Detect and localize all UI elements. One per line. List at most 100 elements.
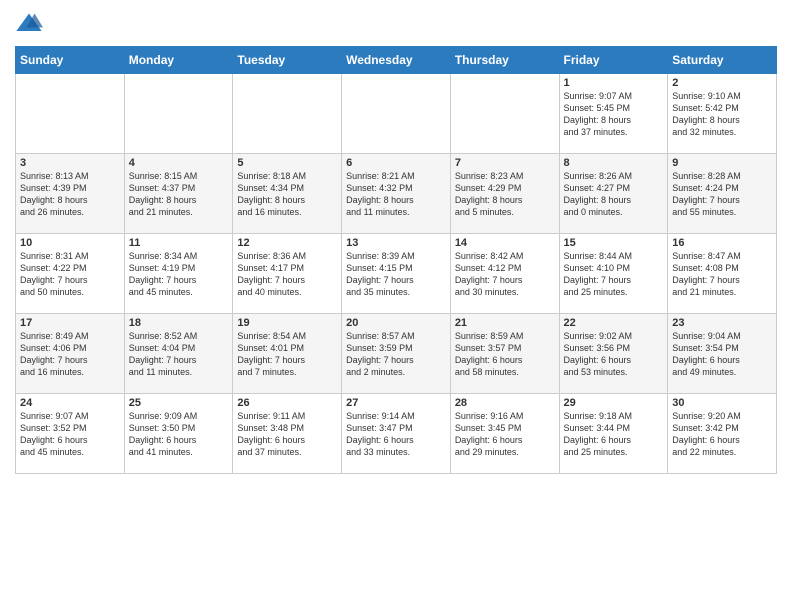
day-info: Sunrise: 9:20 AM Sunset: 3:42 PM Dayligh… [672,410,772,459]
calendar-cell [16,74,125,154]
weekday-header-saturday: Saturday [668,47,777,74]
calendar-cell: 25Sunrise: 9:09 AM Sunset: 3:50 PM Dayli… [124,394,233,474]
calendar-cell: 24Sunrise: 9:07 AM Sunset: 3:52 PM Dayli… [16,394,125,474]
day-number: 26 [237,397,337,409]
day-info: Sunrise: 8:52 AM Sunset: 4:04 PM Dayligh… [129,330,229,379]
logo-icon [15,10,43,38]
header [15,10,777,38]
day-info: Sunrise: 9:09 AM Sunset: 3:50 PM Dayligh… [129,410,229,459]
day-number: 1 [564,77,664,89]
day-info: Sunrise: 9:18 AM Sunset: 3:44 PM Dayligh… [564,410,664,459]
calendar-cell: 4Sunrise: 8:15 AM Sunset: 4:37 PM Daylig… [124,154,233,234]
calendar-cell [233,74,342,154]
weekday-header-sunday: Sunday [16,47,125,74]
calendar-cell: 20Sunrise: 8:57 AM Sunset: 3:59 PM Dayli… [342,314,451,394]
day-info: Sunrise: 8:26 AM Sunset: 4:27 PM Dayligh… [564,170,664,219]
day-number: 24 [20,397,120,409]
day-info: Sunrise: 9:11 AM Sunset: 3:48 PM Dayligh… [237,410,337,459]
day-info: Sunrise: 8:28 AM Sunset: 4:24 PM Dayligh… [672,170,772,219]
calendar: SundayMondayTuesdayWednesdayThursdayFrid… [15,46,777,474]
calendar-header: SundayMondayTuesdayWednesdayThursdayFrid… [16,47,777,74]
week-row-1: 1Sunrise: 9:07 AM Sunset: 5:45 PM Daylig… [16,74,777,154]
calendar-cell: 1Sunrise: 9:07 AM Sunset: 5:45 PM Daylig… [559,74,668,154]
day-number: 5 [237,157,337,169]
calendar-cell: 21Sunrise: 8:59 AM Sunset: 3:57 PM Dayli… [450,314,559,394]
calendar-cell: 17Sunrise: 8:49 AM Sunset: 4:06 PM Dayli… [16,314,125,394]
weekday-header-wednesday: Wednesday [342,47,451,74]
calendar-cell: 9Sunrise: 8:28 AM Sunset: 4:24 PM Daylig… [668,154,777,234]
day-info: Sunrise: 8:15 AM Sunset: 4:37 PM Dayligh… [129,170,229,219]
day-info: Sunrise: 8:49 AM Sunset: 4:06 PM Dayligh… [20,330,120,379]
calendar-cell [450,74,559,154]
day-number: 25 [129,397,229,409]
day-info: Sunrise: 9:02 AM Sunset: 3:56 PM Dayligh… [564,330,664,379]
weekday-header-tuesday: Tuesday [233,47,342,74]
day-info: Sunrise: 8:59 AM Sunset: 3:57 PM Dayligh… [455,330,555,379]
week-row-2: 3Sunrise: 8:13 AM Sunset: 4:39 PM Daylig… [16,154,777,234]
day-number: 4 [129,157,229,169]
day-number: 18 [129,317,229,329]
weekday-header-monday: Monday [124,47,233,74]
day-info: Sunrise: 8:57 AM Sunset: 3:59 PM Dayligh… [346,330,446,379]
day-number: 13 [346,237,446,249]
calendar-cell: 18Sunrise: 8:52 AM Sunset: 4:04 PM Dayli… [124,314,233,394]
day-number: 28 [455,397,555,409]
calendar-cell: 10Sunrise: 8:31 AM Sunset: 4:22 PM Dayli… [16,234,125,314]
calendar-body: 1Sunrise: 9:07 AM Sunset: 5:45 PM Daylig… [16,74,777,474]
day-number: 22 [564,317,664,329]
weekday-row: SundayMondayTuesdayWednesdayThursdayFrid… [16,47,777,74]
calendar-cell: 14Sunrise: 8:42 AM Sunset: 4:12 PM Dayli… [450,234,559,314]
calendar-cell: 16Sunrise: 8:47 AM Sunset: 4:08 PM Dayli… [668,234,777,314]
day-info: Sunrise: 8:39 AM Sunset: 4:15 PM Dayligh… [346,250,446,299]
calendar-cell: 7Sunrise: 8:23 AM Sunset: 4:29 PM Daylig… [450,154,559,234]
day-info: Sunrise: 8:34 AM Sunset: 4:19 PM Dayligh… [129,250,229,299]
day-info: Sunrise: 9:14 AM Sunset: 3:47 PM Dayligh… [346,410,446,459]
calendar-cell: 13Sunrise: 8:39 AM Sunset: 4:15 PM Dayli… [342,234,451,314]
day-info: Sunrise: 8:36 AM Sunset: 4:17 PM Dayligh… [237,250,337,299]
day-info: Sunrise: 9:10 AM Sunset: 5:42 PM Dayligh… [672,90,772,139]
day-number: 3 [20,157,120,169]
calendar-cell: 19Sunrise: 8:54 AM Sunset: 4:01 PM Dayli… [233,314,342,394]
day-number: 11 [129,237,229,249]
day-info: Sunrise: 8:54 AM Sunset: 4:01 PM Dayligh… [237,330,337,379]
calendar-cell: 2Sunrise: 9:10 AM Sunset: 5:42 PM Daylig… [668,74,777,154]
calendar-cell: 26Sunrise: 9:11 AM Sunset: 3:48 PM Dayli… [233,394,342,474]
day-number: 21 [455,317,555,329]
calendar-cell: 6Sunrise: 8:21 AM Sunset: 4:32 PM Daylig… [342,154,451,234]
weekday-header-friday: Friday [559,47,668,74]
day-number: 30 [672,397,772,409]
day-info: Sunrise: 9:07 AM Sunset: 5:45 PM Dayligh… [564,90,664,139]
week-row-3: 10Sunrise: 8:31 AM Sunset: 4:22 PM Dayli… [16,234,777,314]
calendar-cell: 30Sunrise: 9:20 AM Sunset: 3:42 PM Dayli… [668,394,777,474]
weekday-header-thursday: Thursday [450,47,559,74]
day-number: 12 [237,237,337,249]
day-number: 10 [20,237,120,249]
day-number: 19 [237,317,337,329]
calendar-cell: 22Sunrise: 9:02 AM Sunset: 3:56 PM Dayli… [559,314,668,394]
page: SundayMondayTuesdayWednesdayThursdayFrid… [0,0,792,484]
day-number: 27 [346,397,446,409]
day-info: Sunrise: 8:18 AM Sunset: 4:34 PM Dayligh… [237,170,337,219]
calendar-cell: 15Sunrise: 8:44 AM Sunset: 4:10 PM Dayli… [559,234,668,314]
calendar-cell [124,74,233,154]
day-number: 29 [564,397,664,409]
day-info: Sunrise: 8:23 AM Sunset: 4:29 PM Dayligh… [455,170,555,219]
week-row-4: 17Sunrise: 8:49 AM Sunset: 4:06 PM Dayli… [16,314,777,394]
calendar-cell [342,74,451,154]
day-number: 20 [346,317,446,329]
calendar-cell: 29Sunrise: 9:18 AM Sunset: 3:44 PM Dayli… [559,394,668,474]
day-info: Sunrise: 9:04 AM Sunset: 3:54 PM Dayligh… [672,330,772,379]
calendar-cell: 28Sunrise: 9:16 AM Sunset: 3:45 PM Dayli… [450,394,559,474]
calendar-cell: 5Sunrise: 8:18 AM Sunset: 4:34 PM Daylig… [233,154,342,234]
day-number: 2 [672,77,772,89]
calendar-cell: 11Sunrise: 8:34 AM Sunset: 4:19 PM Dayli… [124,234,233,314]
day-number: 6 [346,157,446,169]
day-info: Sunrise: 8:31 AM Sunset: 4:22 PM Dayligh… [20,250,120,299]
day-number: 8 [564,157,664,169]
day-info: Sunrise: 8:47 AM Sunset: 4:08 PM Dayligh… [672,250,772,299]
logo [15,10,45,38]
day-info: Sunrise: 8:44 AM Sunset: 4:10 PM Dayligh… [564,250,664,299]
calendar-cell: 8Sunrise: 8:26 AM Sunset: 4:27 PM Daylig… [559,154,668,234]
day-info: Sunrise: 8:42 AM Sunset: 4:12 PM Dayligh… [455,250,555,299]
day-number: 16 [672,237,772,249]
